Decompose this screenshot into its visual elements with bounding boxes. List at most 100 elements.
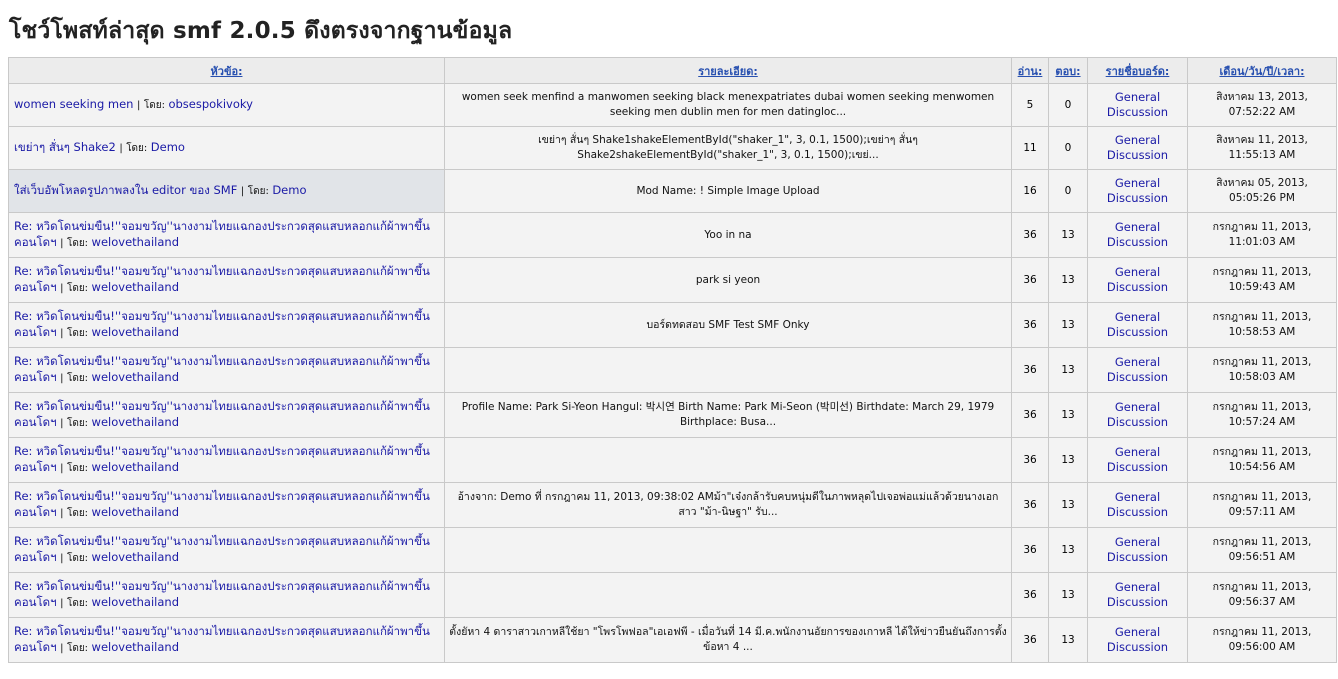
topic-cell: Re: หวิดโดนข่มขืน!''จอมขวัญ''นางงามไทยแฉ… <box>8 617 445 663</box>
detail-cell: อ้างจาก: Demo ที่ กรกฎาคม 11, 2013, 09:3… <box>444 482 1012 528</box>
replies-cell: 13 <box>1048 437 1088 483</box>
reads-cell: 36 <box>1011 302 1049 348</box>
board-link[interactable]: General Discussion <box>1107 355 1168 385</box>
by-label: โดย: <box>66 507 89 519</box>
topic-cell: Re: หวิดโดนข่มขืน!''จอมขวัญ''นางงามไทยแฉ… <box>8 302 445 348</box>
author-link[interactable]: welovethailand <box>92 415 179 429</box>
board-cell: General Discussion <box>1087 347 1188 393</box>
author-link[interactable]: obsespokivoky <box>168 97 252 111</box>
board-link[interactable]: General Discussion <box>1107 265 1168 295</box>
date-cell: สิงหาคม 05, 2013, 05:05:26 PM <box>1187 169 1337 213</box>
separator: | <box>60 552 64 564</box>
author-link[interactable]: Demo <box>272 183 306 197</box>
reads-cell: 36 <box>1011 347 1049 393</box>
replies-cell: 13 <box>1048 617 1088 663</box>
topic-cell: Re: หวิดโดนข่มขืน!''จอมขวัญ''นางงามไทยแฉ… <box>8 527 445 573</box>
topic-link[interactable]: women seeking men <box>14 97 133 111</box>
separator: | <box>60 597 64 609</box>
reads-cell: 36 <box>1011 482 1049 528</box>
topic-cell: เขย่าๆ สั่นๆ Shake2 | โดย: Demo <box>8 126 445 170</box>
date-cell: กรกฎาคม 11, 2013, 09:56:51 AM <box>1187 527 1337 573</box>
date-cell: สิงหาคม 13, 2013, 07:52:22 AM <box>1187 83 1337 127</box>
replies-cell: 13 <box>1048 302 1088 348</box>
separator: | <box>60 507 64 519</box>
board-link[interactable]: General Discussion <box>1107 90 1168 120</box>
by-label: โดย: <box>66 237 89 249</box>
separator: | <box>60 462 64 474</box>
board-cell: General Discussion <box>1087 482 1188 528</box>
board-link[interactable]: General Discussion <box>1107 133 1168 163</box>
table-row: Re: หวิดโดนข่มขืน!''จอมขวัญ''นางงามไทยแฉ… <box>8 257 1337 303</box>
by-label: โดย: <box>66 372 89 384</box>
separator: | <box>60 237 64 249</box>
author-link[interactable]: welovethailand <box>92 235 179 249</box>
detail-cell <box>444 347 1012 393</box>
table-row: Re: หวิดโดนข่มขืน!''จอมขวัญ''นางงามไทยแฉ… <box>8 347 1337 393</box>
date-cell: กรกฎาคม 11, 2013, 10:58:03 AM <box>1187 347 1337 393</box>
board-cell: General Discussion <box>1087 126 1188 170</box>
topic-cell: Re: หวิดโดนข่มขืน!''จอมขวัญ''นางงามไทยแฉ… <box>8 572 445 618</box>
date-cell: กรกฎาคม 11, 2013, 09:56:00 AM <box>1187 617 1337 663</box>
table-row: women seeking men | โดย: obsespokivoky w… <box>8 83 1337 127</box>
reads-cell: 36 <box>1011 572 1049 618</box>
header-replies[interactable]: ตอบ: <box>1048 57 1088 84</box>
topic-link[interactable]: ใส่เว็บอัพโหลดรูปภาพลงใน editor ของ SMF <box>14 183 237 197</box>
table-row: Re: หวิดโดนข่มขืน!''จอมขวัญ''นางงามไทยแฉ… <box>8 482 1337 528</box>
topic-link[interactable]: เขย่าๆ สั่นๆ Shake2 <box>14 140 116 154</box>
author-link[interactable]: welovethailand <box>92 595 179 609</box>
separator: | <box>60 642 64 654</box>
recent-posts-table: หัวข้อ: รายละเอียด: อ่าน: ตอบ: รายชื่อบอ… <box>8 57 1337 663</box>
board-link[interactable]: General Discussion <box>1107 220 1168 250</box>
reads-cell: 11 <box>1011 126 1049 170</box>
author-link[interactable]: welovethailand <box>92 640 179 654</box>
author-link[interactable]: welovethailand <box>92 280 179 294</box>
board-cell: General Discussion <box>1087 257 1188 303</box>
header-detail[interactable]: รายละเอียด: <box>444 57 1012 84</box>
separator: | <box>60 372 64 384</box>
author-link[interactable]: welovethailand <box>92 460 179 474</box>
date-cell: กรกฎาคม 11, 2013, 10:57:24 AM <box>1187 392 1337 438</box>
detail-cell: Yoo in na <box>444 212 1012 258</box>
date-cell: กรกฎาคม 11, 2013, 09:56:37 AM <box>1187 572 1337 618</box>
board-cell: General Discussion <box>1087 617 1188 663</box>
header-date[interactable]: เดือน/วัน/ปี/เวลา: <box>1187 57 1337 84</box>
board-link[interactable]: General Discussion <box>1107 445 1168 475</box>
separator: | <box>60 417 64 429</box>
board-link[interactable]: General Discussion <box>1107 625 1168 655</box>
author-link[interactable]: Demo <box>151 140 185 154</box>
separator: | <box>60 327 64 339</box>
board-link[interactable]: General Discussion <box>1107 400 1168 430</box>
table-row: Re: หวิดโดนข่มขืน!''จอมขวัญ''นางงามไทยแฉ… <box>8 437 1337 483</box>
by-label: โดย: <box>66 282 89 294</box>
header-board[interactable]: รายชื่อบอร์ด: <box>1087 57 1188 84</box>
author-link[interactable]: welovethailand <box>92 325 179 339</box>
header-topic[interactable]: หัวข้อ: <box>8 57 445 84</box>
by-label: โดย: <box>66 552 89 564</box>
by-label: โดย: <box>143 99 165 111</box>
page-title: โชว์โพสท์ล่าสุด smf 2.0.5 ดึงตรงจากฐานข้… <box>9 18 513 44</box>
board-link[interactable]: General Discussion <box>1107 490 1168 520</box>
board-link[interactable]: General Discussion <box>1107 176 1168 206</box>
author-link[interactable]: welovethailand <box>92 505 179 519</box>
replies-cell: 0 <box>1048 169 1088 213</box>
date-cell: กรกฎาคม 11, 2013, 10:59:43 AM <box>1187 257 1337 303</box>
author-link[interactable]: welovethailand <box>92 550 179 564</box>
separator: | <box>240 185 245 197</box>
board-link[interactable]: General Discussion <box>1107 310 1168 340</box>
board-link[interactable]: General Discussion <box>1107 535 1168 565</box>
header-reads[interactable]: อ่าน: <box>1011 57 1049 84</box>
replies-cell: 0 <box>1048 83 1088 127</box>
replies-cell: 0 <box>1048 126 1088 170</box>
topic-cell: Re: หวิดโดนข่มขืน!''จอมขวัญ''นางงามไทยแฉ… <box>8 347 445 393</box>
detail-cell <box>444 437 1012 483</box>
detail-cell: ตั้งยัหา 4 ดาราสาวเกาหลีใช้ยา "โพรโพฟอล"… <box>444 617 1012 663</box>
author-link[interactable]: welovethailand <box>92 370 179 384</box>
replies-cell: 13 <box>1048 212 1088 258</box>
board-link[interactable]: General Discussion <box>1107 580 1168 610</box>
board-cell: General Discussion <box>1087 169 1188 213</box>
table-row: Re: หวิดโดนข่มขืน!''จอมขวัญ''นางงามไทยแฉ… <box>8 212 1337 258</box>
date-cell: กรกฎาคม 11, 2013, 10:58:53 AM <box>1187 302 1337 348</box>
board-cell: General Discussion <box>1087 437 1188 483</box>
topic-cell: Re: หวิดโดนข่มขืน!''จอมขวัญ''นางงามไทยแฉ… <box>8 257 445 303</box>
board-cell: General Discussion <box>1087 212 1188 258</box>
